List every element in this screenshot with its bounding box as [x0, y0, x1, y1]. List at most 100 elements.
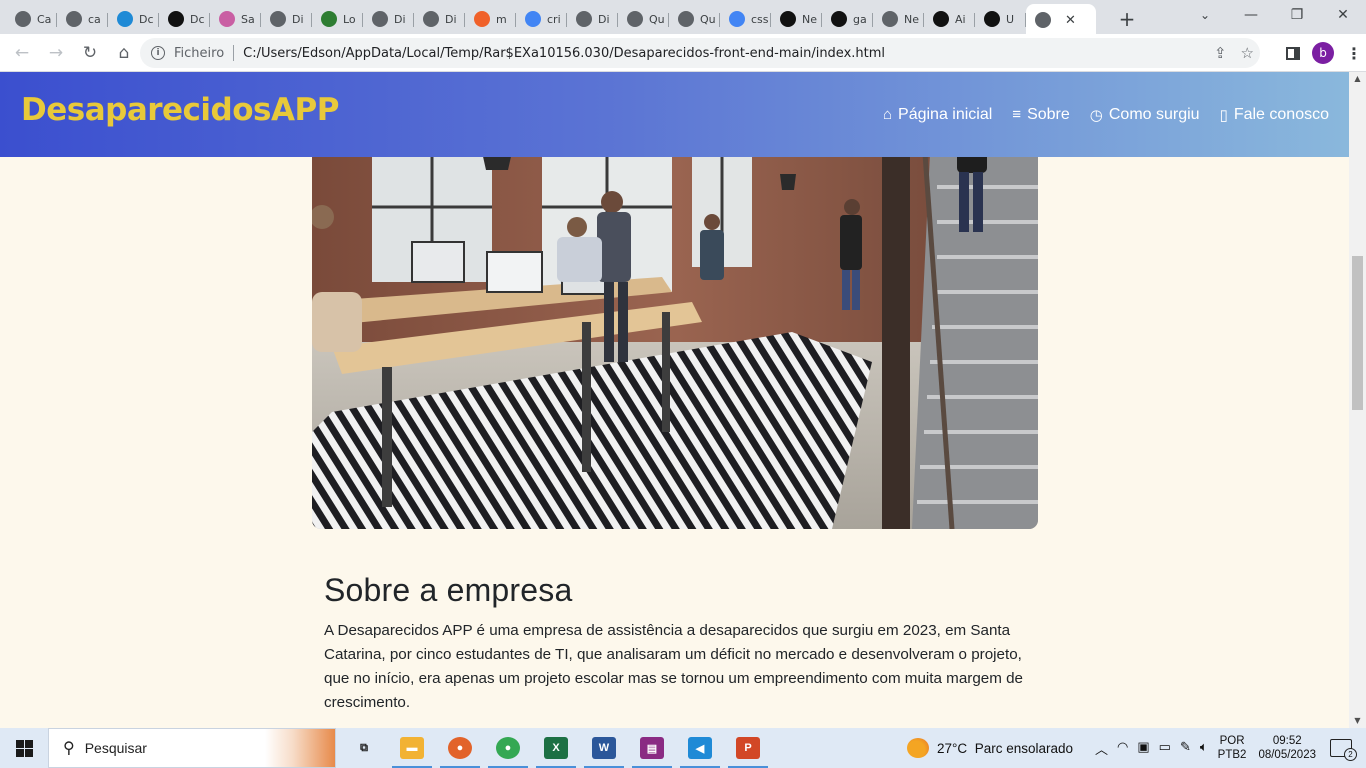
url-text[interactable]: C:/Users/Edson/AppData/Local/Temp/Rar$EX… — [243, 46, 885, 61]
taskbar-app-button[interactable]: P — [724, 728, 772, 768]
home-icon: ⌂ — [882, 106, 893, 123]
taskbar-app-button[interactable]: W — [580, 728, 628, 768]
browser-tab[interactable]: ca — [57, 5, 108, 33]
canva-icon — [219, 11, 235, 27]
tab-title: ga — [853, 12, 867, 26]
browser-tab[interactable]: css — [720, 5, 771, 33]
taskbar-apps: ⧉ ▬ ● ● X W ▤ ◀ P — [340, 728, 772, 768]
bookmark-star-icon[interactable]: ☆ — [1241, 44, 1254, 62]
language-indicator[interactable]: POR PTB2 — [1218, 734, 1247, 762]
profile-avatar[interactable]: b — [1312, 42, 1334, 64]
system-tray: 27°C Parc ensolarado ︿ ◠ ▣ ▭ ✎ 🔈︎ POR PT… — [907, 728, 1366, 768]
brand-logo[interactable]: DesaparecidosAPP — [21, 92, 339, 128]
taskbar-app-button[interactable]: X — [532, 728, 580, 768]
edit-icon[interactable]: ✎ — [1180, 739, 1191, 758]
globe-icon — [423, 11, 439, 27]
browser-tab[interactable]: Di — [567, 5, 618, 33]
scheme-label: Ficheiro — [174, 45, 225, 61]
active-browser-tab[interactable]: ✕ — [1026, 4, 1096, 36]
browser-tab[interactable]: m — [465, 5, 516, 33]
windows-logo-icon — [15, 739, 33, 757]
scroll-up-arrow-icon[interactable]: ▲ — [1349, 72, 1366, 86]
taskbar-app-button[interactable]: ▬ — [388, 728, 436, 768]
weather-temp: 27°C — [937, 740, 968, 756]
scroll-down-arrow-icon[interactable]: ▼ — [1349, 714, 1366, 728]
wifi-icon[interactable]: ◠ — [1117, 739, 1128, 758]
nav-link-como-surgiu[interactable]: ◷ Como surgiu — [1090, 106, 1200, 124]
back-button[interactable]: ← — [6, 37, 38, 69]
browser-tab[interactable]: Ca — [6, 5, 57, 33]
weather-desc: Parc ensolarado — [974, 740, 1073, 756]
forward-button[interactable]: → — [40, 37, 72, 69]
browser-tab[interactable]: Dc — [108, 5, 159, 33]
tab-title: Sa — [241, 12, 255, 26]
nav-link-label: Sobre — [1027, 105, 1070, 123]
browser-tab[interactable]: Dc — [159, 5, 210, 33]
new-tab-button[interactable]: + — [1112, 4, 1142, 34]
page-scrollbar[interactable]: ▲ ▼ — [1349, 72, 1366, 728]
nav-link-fale-conosco[interactable]: ▯ Fale conosco — [1220, 106, 1329, 124]
lang-code: POR — [1219, 735, 1245, 747]
tab-search-icon[interactable]: ⌄ — [1192, 0, 1218, 30]
github-icon — [831, 11, 847, 27]
taskbar-app-button[interactable]: ⧉ — [340, 728, 388, 768]
powerpoint-icon: P — [736, 737, 760, 759]
taskbar-app-button[interactable]: ▤ — [628, 728, 676, 768]
browser-tab[interactable]: Sa — [210, 5, 261, 33]
browser-tab[interactable]: U — [975, 5, 1026, 33]
browser-tab[interactable]: cri — [516, 5, 567, 33]
reload-button[interactable]: ↻ — [74, 37, 106, 69]
volume-icon[interactable]: 🔈︎ — [1200, 739, 1208, 758]
browser-tab-strip: Ca ca Dc Dc Sa Di Lo Di Di m cri Di Qu Qu css Ne ga Ne Ai U… — [0, 0, 1366, 36]
clock-date: 08/05/2023 — [1258, 749, 1316, 761]
browser-tab[interactable]: Di — [414, 5, 465, 33]
weather-widget[interactable]: 27°C Parc ensolarado — [907, 738, 1073, 758]
site-info-icon[interactable]: i — [151, 46, 165, 60]
close-tab-icon[interactable]: ✕ — [1065, 13, 1076, 28]
github-icon — [984, 11, 1000, 27]
home-button[interactable]: ⌂ — [108, 37, 140, 69]
browser-tab[interactable]: Qu — [669, 5, 720, 33]
start-button[interactable] — [0, 728, 48, 768]
browser-tab[interactable]: Ne — [873, 5, 924, 33]
scrollbar-thumb[interactable] — [1352, 256, 1363, 410]
excel-icon: X — [544, 737, 568, 759]
puzzle-icon — [321, 11, 337, 27]
nav-link-pagina-inicial[interactable]: ⌂ Página inicial — [883, 106, 992, 124]
address-divider — [233, 45, 235, 61]
browser-tab[interactable]: Di — [261, 5, 312, 33]
notifications-icon[interactable]: 2 — [1330, 739, 1357, 761]
tab-title: U — [1006, 12, 1015, 26]
tab-title: Ne — [904, 12, 919, 26]
taskbar-app-button[interactable]: ● — [484, 728, 532, 768]
browser-tab[interactable]: Di — [363, 5, 414, 33]
taskbar-search[interactable]: ⚲ Pesquisar — [48, 728, 336, 768]
share-icon[interactable]: ⇪ — [1214, 44, 1227, 62]
office-photo — [312, 112, 1038, 529]
taskbar-app-button[interactable]: ◀ — [676, 728, 724, 768]
browser-tab[interactable]: Qu — [618, 5, 669, 33]
browser-tab[interactable]: Ne — [771, 5, 822, 33]
side-panel-icon[interactable] — [1286, 46, 1300, 60]
brave-icon — [474, 11, 490, 27]
system-clock[interactable]: 09:52 08/05/2023 — [1258, 734, 1316, 762]
github-icon — [780, 11, 796, 27]
browser-tab[interactable]: Ai — [924, 5, 975, 33]
tab-title: Lo — [343, 12, 356, 26]
globe-icon — [576, 11, 592, 27]
search-icon: ⚲ — [63, 740, 75, 757]
restore-button[interactable]: ❐ — [1274, 0, 1320, 30]
close-window-button[interactable]: ✕ — [1320, 0, 1366, 30]
tab-title: Di — [598, 12, 610, 26]
nav-link-sobre[interactable]: ≡ Sobre — [1012, 106, 1069, 124]
meet-now-icon[interactable]: ▣ — [1137, 739, 1149, 758]
display-icon[interactable]: ▭ — [1159, 739, 1171, 758]
chevron-up-icon[interactable]: ︿ — [1095, 739, 1108, 758]
taskbar-app-button[interactable]: ● — [436, 728, 484, 768]
address-bar[interactable]: i Ficheiro C:/Users/Edson/AppData/Local/… — [140, 38, 1260, 68]
browser-tab[interactable]: ga — [822, 5, 873, 33]
menu-kebab-icon[interactable]: ⋮ — [1346, 44, 1362, 63]
minimize-button[interactable]: — — [1228, 0, 1274, 30]
browser-tab[interactable]: Lo — [312, 5, 363, 33]
tab-title: Di — [445, 12, 457, 26]
